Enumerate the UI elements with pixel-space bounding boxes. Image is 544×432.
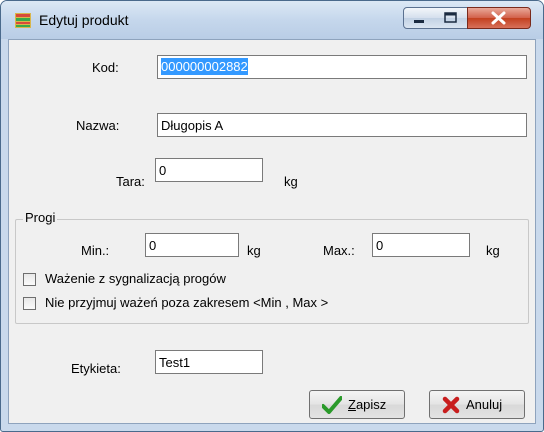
sygnalizacja-checkbox[interactable] — [23, 273, 36, 286]
zakres-label[interactable]: Nie przyjmuj ważeń poza zakresem <Min , … — [45, 295, 328, 310]
tara-input[interactable] — [155, 158, 263, 182]
dialog-client-area: Kod: 000000002882 Nazwa: Tara: kg Progi … — [8, 39, 536, 424]
close-button[interactable] — [467, 7, 531, 29]
window-title: Edytuj produkt — [39, 12, 129, 28]
min-unit: kg — [247, 243, 261, 258]
checkmark-icon — [322, 396, 342, 414]
tara-unit: kg — [284, 174, 298, 189]
max-input[interactable] — [372, 233, 470, 257]
max-label: Max.: — [323, 243, 355, 258]
kod-value: 000000002882 — [161, 58, 248, 75]
zakres-checkbox[interactable] — [23, 297, 36, 310]
max-unit: kg — [486, 243, 500, 258]
nazwa-label: Nazwa: — [76, 118, 120, 133]
kod-label: Kod: — [92, 60, 119, 75]
etykieta-input[interactable] — [155, 350, 263, 374]
min-input[interactable] — [145, 233, 239, 257]
tara-label: Tara: — [116, 174, 145, 189]
min-label: Min.: — [81, 243, 110, 258]
progi-title: Progi — [23, 210, 58, 225]
title-bar[interactable]: Edytuj produkt — [1, 1, 543, 39]
x-mark-icon — [442, 396, 460, 414]
dialog-window: Edytuj produkt Kod: 000000002882 Nazwa: … — [0, 0, 544, 432]
close-icon — [491, 11, 506, 25]
minimize-icon — [414, 20, 424, 23]
maximize-icon — [444, 12, 457, 23]
nazwa-input[interactable] — [157, 113, 527, 137]
save-button[interactable]: Zapisz — [309, 390, 405, 419]
cancel-label: Anuluj — [466, 397, 503, 412]
etykieta-label: Etykieta: — [71, 361, 121, 376]
sygnalizacja-label[interactable]: Ważenie z sygnalizacją progów — [45, 271, 226, 286]
maximize-button[interactable] — [435, 7, 468, 29]
save-label: Zapisz — [348, 397, 387, 412]
minimize-button[interactable] — [403, 7, 436, 29]
kod-input[interactable]: 000000002882 — [157, 55, 527, 79]
app-icon — [15, 13, 31, 28]
cancel-button[interactable]: Anuluj — [429, 390, 525, 419]
